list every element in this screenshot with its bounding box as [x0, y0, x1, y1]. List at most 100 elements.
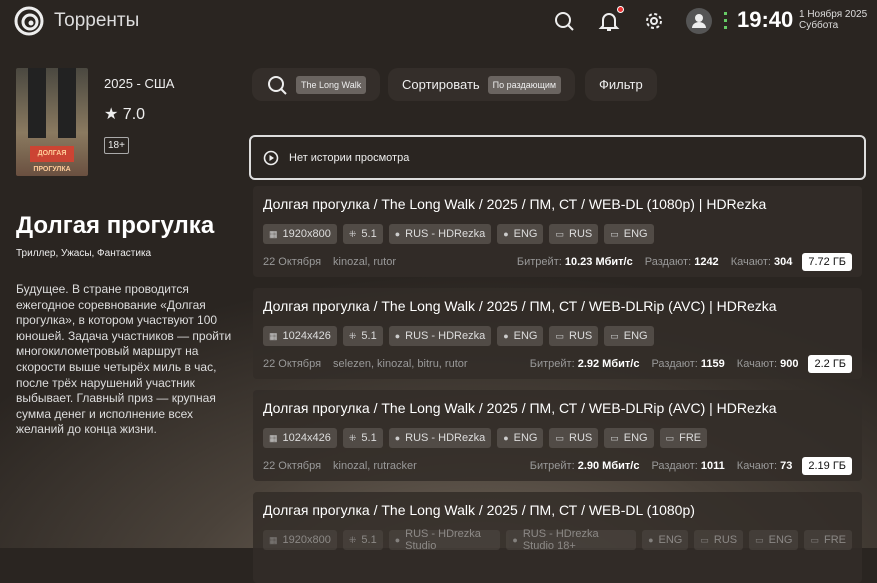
- tag-label: FRE: [824, 534, 846, 546]
- movie-year-country: 2025 - США: [104, 76, 175, 91]
- tag-video: ▦ 1024x426: [263, 428, 337, 448]
- date-text: 1 Ноября 2025: [799, 9, 868, 20]
- torrent-card[interactable]: Долгая прогулка / The Long Walk / 2025 /…: [253, 186, 862, 277]
- torrent-tags: ▦ 1024x426 ⁜ 5.1 ● RUS - HDRezka ● ENG ▭ RUS ▭ ENG ▭…: [263, 428, 852, 448]
- audio-icon: ⁜: [348, 330, 357, 341]
- tag-label: 5.1: [361, 534, 377, 546]
- history-label: Нет истории просмотра: [289, 151, 410, 164]
- tag-label: 1024x426: [282, 330, 331, 342]
- tag-voice: ● RUS - HDRezka: [388, 326, 492, 346]
- tag-label: RUS: [569, 330, 593, 342]
- tag-audio: ⁜ 5.1: [342, 224, 383, 244]
- bell-icon[interactable]: [598, 10, 620, 32]
- tag-label: ENG: [768, 534, 793, 546]
- tag-label: RUS: [569, 228, 593, 240]
- weekday-text: Суббота: [799, 20, 839, 31]
- tag-label: RUS: [713, 534, 738, 546]
- filter-label: Фильтр: [599, 77, 643, 92]
- microphone-icon: ●: [394, 535, 401, 545]
- tag-label: RUS - HDRezka: [405, 432, 486, 444]
- tag-label: ENG: [623, 228, 648, 240]
- tag-label: 5.1: [361, 432, 377, 444]
- leechers-label: Качают:: [736, 460, 778, 472]
- subtitles-icon: ▭: [665, 432, 675, 443]
- tag-voice: ● RUS - HDrezka Studio: [388, 528, 501, 552]
- subtitles-icon: ▭: [610, 432, 619, 443]
- tag-voice: ● ENG: [497, 428, 544, 448]
- seeders-label: Раздают:: [644, 256, 692, 268]
- leechers-value: 900: [780, 358, 799, 370]
- bitrate-value: 2.90 Мбит/с: [577, 460, 640, 472]
- bitrate-label: Битрейт:: [529, 460, 575, 472]
- audio-icon: ⁜: [348, 228, 357, 239]
- watch-history[interactable]: Нет истории просмотра: [249, 135, 866, 180]
- microphone-icon: ●: [503, 433, 509, 443]
- tag-voice: ● ENG: [497, 224, 544, 244]
- bitrate-label: Битрейт:: [529, 358, 575, 370]
- sort-value: По раздающим: [487, 75, 562, 94]
- tag-label: 5.1: [361, 228, 377, 240]
- tag-label: RUS: [569, 432, 593, 444]
- torrent-title: Долгая прогулка / The Long Walk / 2025 /…: [263, 196, 767, 212]
- size-badge: 2.19 ГБ: [802, 457, 852, 475]
- tag-audio: ⁜ 5.1: [342, 326, 383, 346]
- torrent-date: 22 Октября: [263, 358, 322, 370]
- search-button[interactable]: The Long Walk: [252, 68, 381, 101]
- clock: 19:40: [737, 7, 794, 32]
- tag-label: ENG: [513, 432, 538, 444]
- torrent-trackers: kinozal, rutracker: [333, 460, 417, 472]
- film-icon: ▦: [269, 432, 278, 443]
- avatar[interactable]: [686, 8, 712, 34]
- header: Торренты 19:40 1 Ноября 2025 Суббота: [0, 0, 877, 42]
- tag-label: 1024x426: [282, 432, 331, 444]
- tag-label: RUS - HDrezka Studio: [405, 528, 481, 552]
- tag-voice: ● RUS - HDrezka Studio 18+: [506, 528, 637, 552]
- seeders-value: 1011: [700, 460, 725, 472]
- tag-voice: ● ENG: [642, 530, 689, 550]
- search-icon[interactable]: [553, 10, 575, 32]
- tag-sub: ▭ ENG: [749, 530, 799, 550]
- tag-sub: ▭ RUS: [549, 428, 599, 448]
- tag-sub: ▭ RUS: [549, 326, 599, 346]
- subtitles-icon: ▭: [700, 534, 709, 545]
- torrent-card[interactable]: Долгая прогулка / The Long Walk / 2025 /…: [253, 288, 862, 379]
- sort-label: Сортировать: [402, 77, 480, 92]
- date: 1 Ноября 2025 Суббота: [799, 9, 867, 31]
- torrent-card[interactable]: Долгая прогулка / The Long Walk / 2025 /…: [253, 492, 862, 583]
- tag-label: RUS - HDrezka Studio 18+: [522, 528, 599, 552]
- tag-sub: ▭ ENG: [604, 224, 654, 244]
- movie-genres: Триллер, Ужасы, Фантастика: [16, 248, 152, 259]
- filter-button[interactable]: Фильтр: [585, 68, 657, 101]
- user-icon: [692, 14, 706, 28]
- tag-sub: ▭ FRE: [659, 428, 708, 448]
- sort-button[interactable]: Сортировать По раздающим: [388, 68, 576, 101]
- subtitles-icon: ▭: [810, 534, 819, 545]
- size-badge: 7.72 ГБ: [802, 253, 852, 271]
- gear-icon[interactable]: [643, 10, 665, 32]
- torrent-card[interactable]: Долгая прогулка / The Long Walk / 2025 /…: [253, 390, 862, 481]
- size-badge: 2.2 ГБ: [808, 355, 852, 373]
- torrent-footer: 22 Октября selezen, kinozal, bitru, rutor…: [263, 354, 852, 374]
- leechers-label: Качают:: [736, 358, 778, 370]
- torrent-date: 22 Октября: [263, 460, 322, 472]
- leechers-value: 73: [780, 460, 793, 472]
- microphone-icon: ●: [394, 433, 401, 443]
- tag-label: ENG: [513, 330, 538, 342]
- tag-video: ▦ 1024x426: [263, 326, 337, 346]
- movie-title: Долгая прогулка: [16, 212, 215, 239]
- microphone-icon: ●: [512, 535, 518, 545]
- app-title: Торренты: [54, 10, 140, 31]
- tag-sub: ▭ RUS: [549, 224, 599, 244]
- torrent-title: Долгая прогулка / The Long Walk / 2025 /…: [263, 400, 777, 416]
- tag-label: ENG: [658, 534, 683, 546]
- tag-sub: ▭ ENG: [604, 428, 654, 448]
- bitrate-label: Битрейт:: [516, 256, 562, 268]
- divider: [724, 12, 727, 30]
- bitrate-value: 2.92 Мбит/с: [577, 358, 640, 370]
- tag-label: ENG: [623, 330, 648, 342]
- microphone-icon: ●: [648, 535, 654, 545]
- tag-label: ENG: [623, 432, 648, 444]
- torrent-trackers: kinozal, rutor: [333, 256, 397, 268]
- tag-sub: ▭ FRE: [804, 530, 852, 550]
- microphone-icon: ●: [503, 331, 509, 341]
